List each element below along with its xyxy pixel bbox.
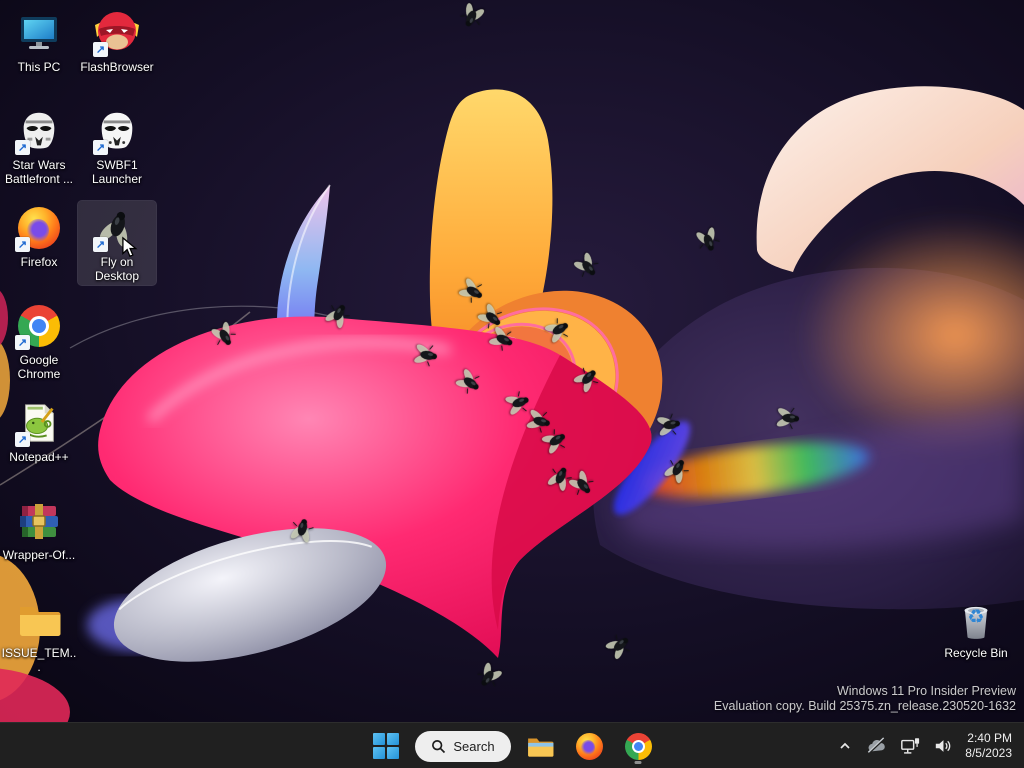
volume-tray-button[interactable]: [927, 728, 959, 764]
desktop-icon-flashbrowser[interactable]: ↗ FlashBrowser: [78, 6, 156, 74]
hidden-icons-button[interactable]: [831, 728, 859, 764]
search-icon: [432, 739, 446, 753]
desktop-icon-wrapper-of[interactable]: Wrapper-Of...: [0, 494, 78, 562]
firefox-icon: ↗: [15, 204, 63, 252]
this-pc-icon: [15, 9, 63, 57]
flashbrowser-icon: ↗: [93, 9, 141, 57]
desktop-icon-swbf1-launcher[interactable]: ↗ SWBF1 Launcher: [78, 104, 156, 186]
shortcut-arrow-icon: ↗: [93, 237, 108, 252]
chevron-up-icon: [840, 742, 850, 749]
desktop-icon-firefox[interactable]: ↗ Firefox: [0, 201, 78, 269]
clock-time: 2:40 PM: [967, 731, 1012, 745]
watermark-line1: Windows 11 Pro Insider Preview: [836, 684, 1016, 698]
cloud-offline-icon: [867, 737, 886, 755]
taskbar-center: Search: [366, 723, 658, 768]
speaker-icon: [936, 740, 951, 752]
clock-date: 8/5/2023: [965, 746, 1012, 760]
running-app-indicator: [634, 761, 642, 764]
ethernet-network-icon: [901, 738, 920, 754]
chrome-taskbar-button[interactable]: [618, 726, 658, 766]
firefox-taskbar-button[interactable]: [569, 726, 609, 766]
folder-icon: [15, 595, 63, 643]
recycle-bin-icon: ♻: [952, 595, 1000, 643]
desktop-icon-label: FlashBrowser: [80, 60, 154, 74]
search-box[interactable]: Search: [415, 730, 511, 762]
network-tray-button[interactable]: [893, 728, 927, 764]
system-tray: 2:40 PM 8/5/2023: [831, 723, 1020, 768]
shortcut-arrow-icon: ↗: [15, 335, 30, 350]
file-explorer-icon: [528, 738, 554, 757]
notepadpp-icon: ↗: [15, 399, 63, 447]
desktop-icon-recycle-bin[interactable]: ♻ Recycle Bin: [937, 592, 1015, 660]
windows-logo-icon: [373, 733, 399, 759]
shortcut-arrow-icon: ↗: [93, 42, 108, 57]
desktop-icon-fly-on-desktop[interactable]: ↗ Fly on Desktop: [77, 200, 157, 286]
desktop-icon-label: Firefox: [20, 255, 58, 269]
desktop-icon-issue-tem[interactable]: ISSUE_TEM...: [0, 592, 78, 674]
shortcut-arrow-icon: ↗: [15, 237, 30, 252]
file-explorer-button[interactable]: [520, 726, 560, 766]
desktop-icon-this-pc[interactable]: This PC: [0, 6, 78, 74]
desktop-icon-label: Star Wars Battlefront ...: [4, 158, 74, 186]
desktop-icon-star-wars-battlefront[interactable]: ↗ Star Wars Battlefront ...: [0, 104, 78, 186]
desktop-icon-notepadpp[interactable]: ↗ Notepad++: [0, 396, 78, 464]
stormtrooper-pixel-icon: ↗: [15, 107, 63, 155]
winrar-icon: [15, 497, 63, 545]
shortcut-arrow-icon: ↗: [15, 140, 30, 155]
desktop-icon-label: This PC: [17, 60, 61, 74]
desktop-icon-label: SWBF1 Launcher: [91, 158, 143, 186]
shortcut-arrow-icon: ↗: [15, 432, 30, 447]
desktop-icon-label: Wrapper-Of...: [2, 548, 76, 562]
desktop-icon-label: Google Chrome: [17, 353, 61, 381]
fly-icon: ↗: [93, 204, 141, 252]
chrome-icon: ↗: [15, 302, 63, 350]
firefox-icon: [575, 732, 603, 760]
desktop-icon-google-chrome[interactable]: ↗ Google Chrome: [0, 299, 78, 381]
search-label: Search: [453, 738, 495, 754]
onedrive-tray-button[interactable]: [859, 728, 893, 764]
taskbar-clock[interactable]: 2:40 PM 8/5/2023: [959, 731, 1020, 761]
desktop-icon-label: Recycle Bin: [944, 646, 1008, 660]
insider-watermark: Windows 11 Pro Insider Preview Evaluatio…: [714, 684, 1016, 714]
start-button[interactable]: [366, 726, 406, 766]
windows-desktop: This PC ↗ FlashBrowser ↗ Star Wars Battl…: [0, 0, 1024, 768]
stormtrooper-icon: ↗: [93, 107, 141, 155]
desktop-icon-label: Notepad++: [9, 450, 69, 464]
chrome-icon: [624, 732, 652, 760]
desktop-icon-label: Fly on Desktop: [94, 255, 140, 283]
recycle-arrows-icon: ♻: [967, 606, 985, 629]
shortcut-arrow-icon: ↗: [93, 140, 108, 155]
watermark-line2: Evaluation copy. Build 25375.zn_release.…: [713, 699, 1016, 713]
desktop-icon-label: ISSUE_TEM...: [1, 646, 77, 674]
taskbar: Search 2:40 PM 8/5/2023: [0, 722, 1024, 768]
